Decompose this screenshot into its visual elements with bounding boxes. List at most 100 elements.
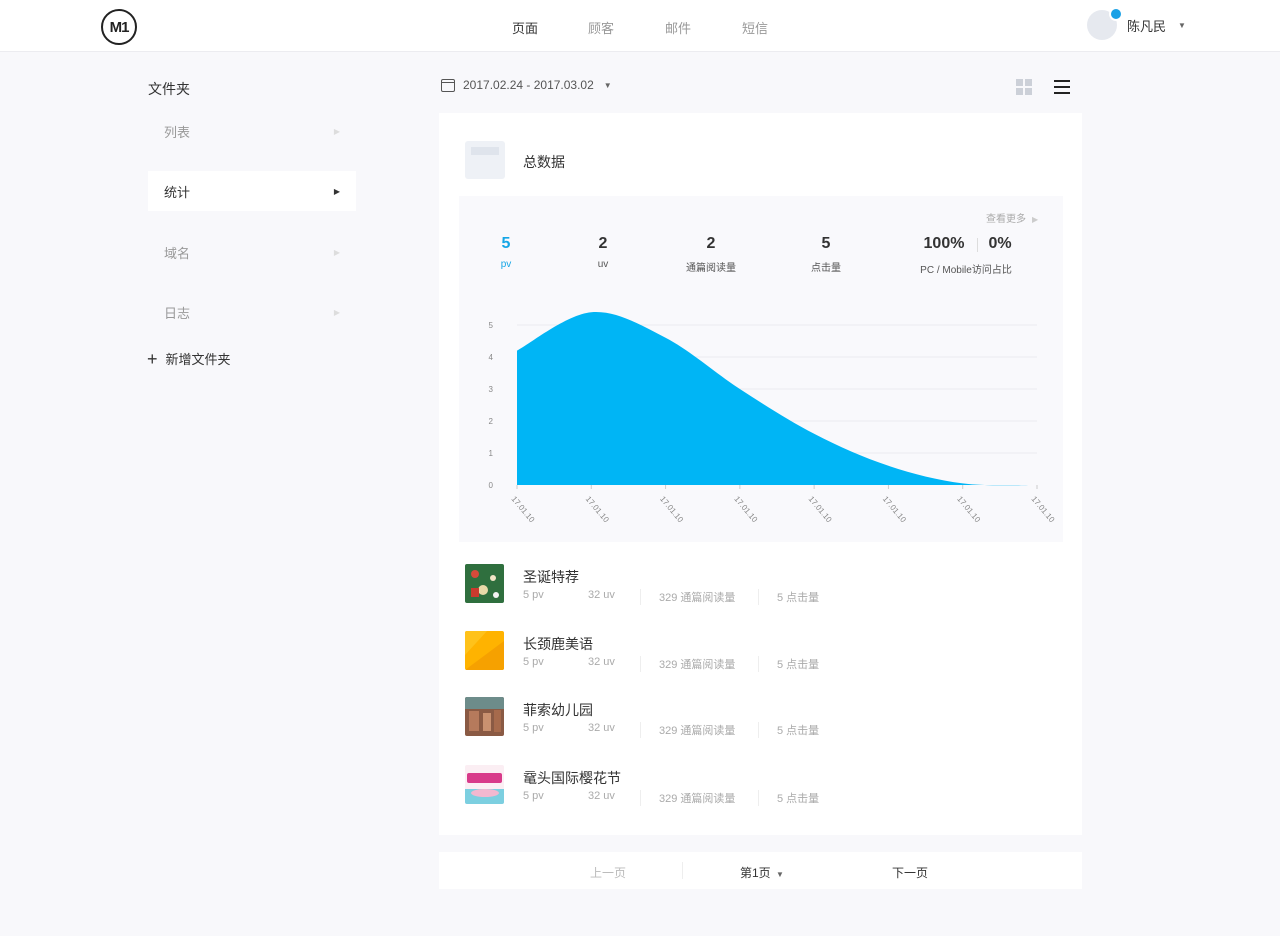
x-tick-label: 17.01.10 xyxy=(658,495,685,525)
y-tick-label: 2 xyxy=(489,417,494,426)
stat-value: 5 xyxy=(501,235,511,252)
thumbnail xyxy=(465,631,504,670)
x-tick-label: 17.01.10 xyxy=(955,495,982,525)
item-meta: 5 pv 32 uv 329 通篇阅读量 5 点击量 xyxy=(523,656,819,672)
date-range-picker[interactable]: 2017.02.24 - 2017.03.02 ▼ xyxy=(441,78,612,92)
item-title: 菲索幼儿园 xyxy=(523,702,593,718)
nav-tab-customers[interactable]: 顾客 xyxy=(588,18,614,37)
stat-label: 通篇阅读量 xyxy=(686,263,736,274)
nav-tab-email[interactable]: 邮件 xyxy=(665,18,691,37)
logo[interactable]: M1 xyxy=(101,9,137,45)
chevron-down-icon[interactable]: ▼ xyxy=(1178,21,1186,30)
list-view-icon[interactable] xyxy=(1054,79,1070,95)
stat-label: PC / Mobile访问占比 xyxy=(920,265,1012,276)
divider xyxy=(977,238,978,252)
add-folder-label: 新增文件夹 xyxy=(165,352,231,367)
date-range-label: 2017.02.24 - 2017.03.02 xyxy=(463,78,594,92)
page-select[interactable]: 第1页 ▼ xyxy=(740,864,784,881)
add-folder-button[interactable]: + 新增文件夹 xyxy=(147,349,231,368)
item-pv: 5 pv xyxy=(523,589,544,601)
area-chart: 5 4 3 2 1 0 17.01.10 17.01.10 17.01.10 17.01.10 17… xyxy=(489,311,1057,525)
thumbnail xyxy=(465,765,504,804)
sidebar-item-log[interactable]: 日志 ▶ xyxy=(148,292,356,332)
sidebar-item-label: 域名 xyxy=(164,245,191,261)
list-item[interactable]: 圣诞特荐 5 pv 32 uv 329 通篇阅读量 5 点击量 xyxy=(465,564,1045,608)
chevron-right-icon: ▶ xyxy=(333,126,340,136)
sidebar-item-label: 日志 xyxy=(164,305,191,321)
nav-tab-pages[interactable]: 页面 xyxy=(512,18,538,37)
top-bar: M1 页面 顾客 邮件 短信 陈凡民 ▼ xyxy=(0,0,1280,52)
item-reads: 329 通篇阅读量 xyxy=(640,656,758,672)
sidebar-item-stats[interactable]: 统计 ▶ xyxy=(148,171,356,211)
x-tick-label: 17.01.10 xyxy=(584,495,611,525)
chevron-right-icon: ▶ xyxy=(333,186,340,196)
pagination: 上一页 第1页 ▼ 下一页 xyxy=(439,852,1082,889)
thumbnail xyxy=(465,697,504,736)
stat-clicks: 5 点击量 xyxy=(801,235,851,274)
item-meta: 5 pv 32 uv 329 通篇阅读量 5 点击量 xyxy=(523,722,819,738)
item-reads: 329 通篇阅读量 xyxy=(640,722,758,738)
see-more-link[interactable]: 查看更多 ▶ xyxy=(986,210,1038,225)
sidebar-title: 文件夹 xyxy=(148,81,190,97)
stat-value: 0% xyxy=(988,235,1012,252)
see-more-label: 查看更多 xyxy=(986,214,1026,225)
chevron-right-icon: ▶ xyxy=(333,247,340,257)
x-tick-label: 17.01.10 xyxy=(509,495,536,525)
series-area xyxy=(517,311,1037,486)
divider xyxy=(682,862,683,879)
item-uv: 32 uv xyxy=(588,790,615,802)
list-item[interactable]: 菲索幼儿园 5 pv 32 uv 329 通篇阅读量 5 点击量 xyxy=(465,697,1045,741)
chevron-right-icon: ▶ xyxy=(333,307,340,317)
x-tick-label: 17.01.10 xyxy=(807,495,834,525)
y-tick-label: 4 xyxy=(489,353,494,362)
prev-page-button[interactable]: 上一页 xyxy=(590,864,626,881)
item-pv: 5 pv xyxy=(523,722,544,734)
notification-badge-icon xyxy=(1109,7,1123,21)
user-menu[interactable]: 陈凡民 ▼ xyxy=(1087,7,1186,40)
y-tick-label: 5 xyxy=(489,321,494,330)
stat-value: 5 xyxy=(821,235,831,252)
avatar[interactable] xyxy=(1087,7,1123,40)
stat-value: 2 xyxy=(598,235,608,252)
list-item[interactable]: 长颈鹿美语 5 pv 32 uv 329 通篇阅读量 5 点击量 xyxy=(465,631,1045,675)
item-clicks: 5 点击量 xyxy=(758,722,819,738)
summary-title: 总数据 xyxy=(523,154,565,170)
chevron-down-icon: ▼ xyxy=(776,870,784,879)
item-meta: 5 pv 32 uv 329 通篇阅读量 5 点击量 xyxy=(523,790,819,806)
x-tick-label: 17.01.10 xyxy=(732,495,759,525)
y-tick-label: 1 xyxy=(489,449,494,458)
plus-icon: + xyxy=(147,348,158,369)
x-tick-label: 17.01.10 xyxy=(881,495,908,525)
calendar-icon xyxy=(441,78,455,92)
stat-value: 2 xyxy=(706,235,716,252)
stat-label: 点击量 xyxy=(811,263,841,274)
item-pv: 5 pv xyxy=(523,656,544,668)
item-meta: 5 pv 32 uv 329 通篇阅读量 5 点击量 xyxy=(523,589,819,605)
sidebar-item-label: 统计 xyxy=(164,184,191,200)
list-item[interactable]: 鼋头国际樱花节 5 pv 32 uv 329 通篇阅读量 5 点击量 xyxy=(465,765,1045,809)
stat-pv: 5 pv xyxy=(492,235,520,270)
item-clicks: 5 点击量 xyxy=(758,790,819,806)
y-tick-label: 3 xyxy=(489,385,494,394)
y-tick-label: 0 xyxy=(489,481,494,490)
stat-mobile-ratio: 0% xyxy=(980,235,1020,253)
summary-icon xyxy=(465,141,505,179)
item-title: 长颈鹿美语 xyxy=(523,636,593,652)
item-title: 圣诞特荐 xyxy=(523,569,579,585)
user-name[interactable]: 陈凡民 xyxy=(1127,16,1166,35)
item-reads: 329 通篇阅读量 xyxy=(640,589,758,605)
item-clicks: 5 点击量 xyxy=(758,656,819,672)
next-page-button[interactable]: 下一页 xyxy=(892,864,928,881)
x-tick-label: 17.01.10 xyxy=(1029,495,1056,525)
sidebar-item-list[interactable]: 列表 ▶ xyxy=(148,111,356,151)
chevron-down-icon: ▼ xyxy=(603,80,612,90)
sidebar-item-domain[interactable]: 域名 ▶ xyxy=(148,232,356,272)
item-uv: 32 uv xyxy=(588,722,615,734)
stat-full-reads: 2 通篇阅读量 xyxy=(676,235,746,274)
stat-ratio-label-wrap: PC / Mobile访问占比 xyxy=(904,261,1028,276)
stat-label: uv xyxy=(597,259,609,270)
stat-value: 100% xyxy=(923,235,965,252)
nav-tab-sms[interactable]: 短信 xyxy=(742,18,768,37)
sidebar-item-label: 列表 xyxy=(164,124,191,140)
grid-view-icon[interactable] xyxy=(1016,79,1032,95)
